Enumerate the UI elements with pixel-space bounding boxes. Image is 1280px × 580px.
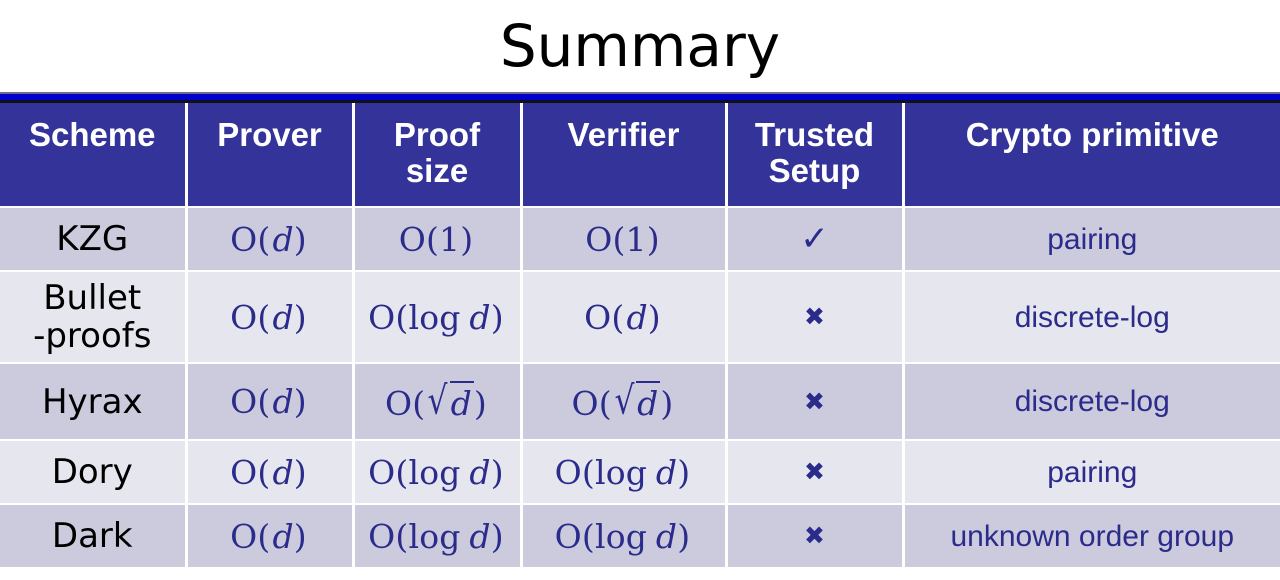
table-row: KZG O(d) O(1) O(1) ✓ pairing: [0, 206, 1280, 273]
table-row: Hyrax O(d) O(√d) O(√d) ✖ discrete-log: [0, 362, 1280, 442]
cross-icon: ✖: [804, 386, 825, 416]
cell-verifier: O(d): [519, 270, 728, 365]
cell-proof-size: O(log d): [351, 270, 523, 365]
cell-verifier: O(log d): [519, 439, 728, 506]
scheme-label: Bullet -proofs: [33, 278, 152, 357]
cell-scheme: Dory: [0, 439, 188, 506]
column-header-proof-size: Proof size: [351, 103, 523, 208]
column-header-trusted-setup: Trusted Setup: [724, 103, 905, 208]
page-title: Summary: [499, 12, 781, 80]
cell-trusted-setup: ✖: [724, 439, 905, 506]
cell-scheme: Hyrax: [0, 362, 188, 442]
scheme-label: KZG: [56, 219, 129, 260]
cell-crypto-primitive: pairing: [901, 206, 1280, 273]
cell-prover: O(d): [184, 206, 355, 273]
verifier-complexity: O(1): [585, 219, 660, 259]
title-divider-rule: [0, 92, 1280, 103]
column-header-verifier: Verifier: [519, 103, 728, 208]
verifier-complexity: O(log d): [554, 516, 691, 556]
cross-icon: ✖: [804, 457, 825, 487]
cell-proof-size: O(√d): [351, 362, 523, 442]
cell-scheme: KZG: [0, 206, 188, 273]
crypto-primitive-label: pairing: [1047, 222, 1138, 256]
cell-trusted-setup: ✖: [724, 503, 905, 570]
column-header-crypto-primitive: Crypto primitive: [901, 103, 1280, 208]
prover-complexity: O(d): [230, 452, 307, 492]
check-icon: ✓: [800, 219, 829, 260]
cell-verifier: O(√d): [519, 362, 728, 442]
proof-size-complexity: O(log d): [368, 516, 504, 556]
column-header-prover: Prover: [184, 103, 355, 208]
cell-scheme: Dark: [0, 503, 188, 570]
proof-size-complexity: O(√d): [385, 376, 487, 423]
cell-trusted-setup: ✖: [724, 362, 905, 442]
crypto-primitive-label: unknown order group: [950, 519, 1235, 553]
table-row: Dory O(d) O(log d) O(log d) ✖ pairing: [0, 439, 1280, 506]
cell-crypto-primitive: discrete-log: [901, 270, 1280, 365]
cell-trusted-setup: ✖: [724, 270, 905, 365]
cell-trusted-setup: ✓: [724, 206, 905, 273]
cell-scheme: Bullet -proofs: [0, 270, 188, 365]
cell-prover: O(d): [184, 503, 355, 570]
crypto-primitive-label: discrete-log: [1014, 300, 1170, 334]
proof-size-complexity: O(log d): [368, 452, 504, 492]
proof-size-complexity: O(1): [398, 219, 474, 259]
cell-prover: O(d): [184, 270, 355, 365]
scheme-label: Dark: [51, 516, 133, 557]
prover-complexity: O(d): [230, 516, 307, 556]
column-header-scheme: Scheme: [0, 103, 188, 208]
cross-icon: ✖: [804, 521, 825, 551]
crypto-primitive-label: pairing: [1047, 455, 1138, 489]
cell-crypto-primitive: pairing: [901, 439, 1280, 506]
cell-proof-size: O(log d): [351, 439, 523, 506]
cell-prover: O(d): [184, 362, 355, 442]
cell-crypto-primitive: unknown order group: [901, 503, 1280, 570]
cross-icon: ✖: [804, 302, 825, 332]
scheme-label: Dory: [51, 452, 133, 493]
table-row: Bullet -proofs O(d) O(log d) O(d) ✖ disc…: [0, 270, 1280, 365]
table-row: Dark O(d) O(log d) O(log d) ✖ unknown or…: [0, 503, 1280, 570]
cell-crypto-primitive: discrete-log: [901, 362, 1280, 442]
summary-table: Scheme Prover Proof size Verifier Truste…: [0, 103, 1280, 570]
verifier-complexity: O(√d): [571, 376, 674, 423]
prover-complexity: O(d): [230, 219, 307, 259]
cell-verifier: O(1): [519, 206, 728, 273]
prover-complexity: O(d): [230, 297, 307, 337]
cell-prover: O(d): [184, 439, 355, 506]
crypto-primitive-label: discrete-log: [1014, 385, 1170, 419]
cell-proof-size: O(1): [351, 206, 523, 273]
verifier-complexity: O(log d): [554, 452, 691, 492]
verifier-complexity: O(d): [584, 297, 661, 337]
slide-title: Summary: [0, 0, 1280, 92]
table-header-row: Scheme Prover Proof size Verifier Truste…: [0, 103, 1280, 208]
cell-proof-size: O(log d): [351, 503, 523, 570]
cell-verifier: O(log d): [519, 503, 728, 570]
proof-size-complexity: O(log d): [368, 297, 504, 337]
rule-dark-line: [0, 100, 1280, 103]
scheme-label: Hyrax: [41, 381, 143, 422]
prover-complexity: O(d): [230, 382, 307, 422]
